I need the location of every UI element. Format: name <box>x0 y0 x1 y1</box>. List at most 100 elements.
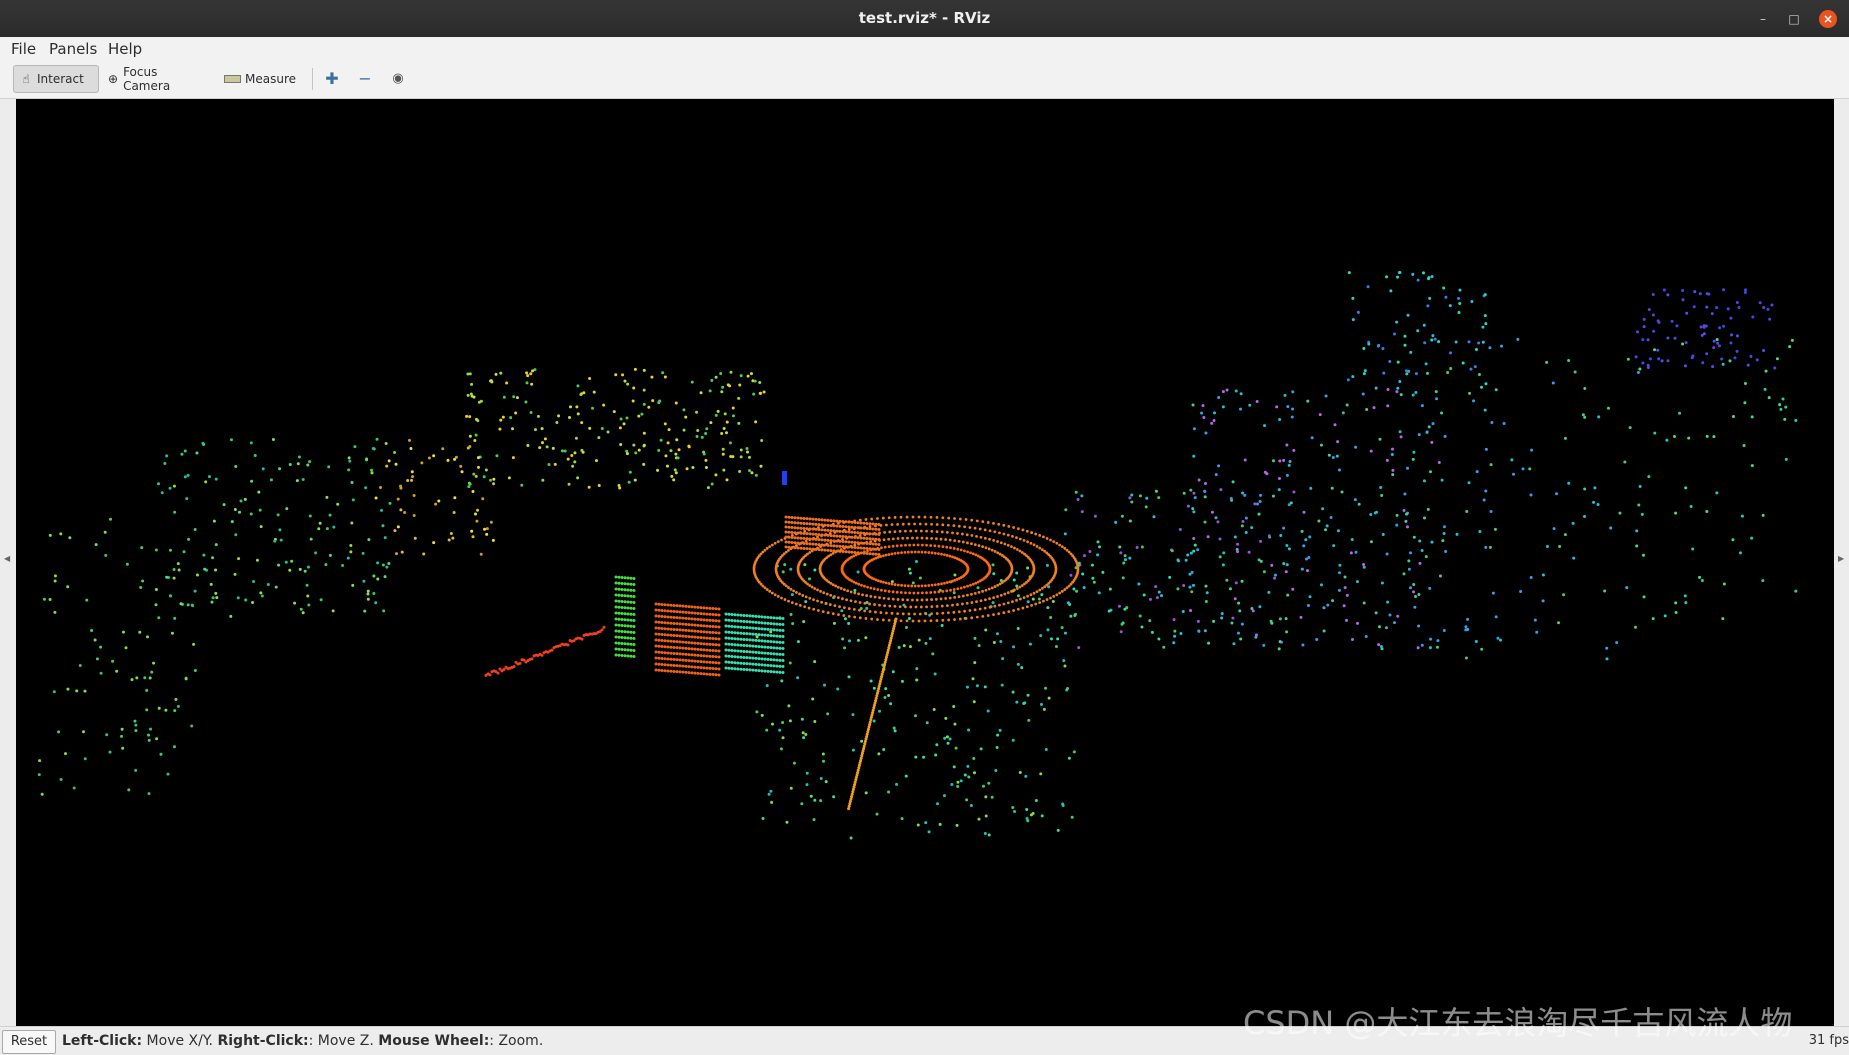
cloud-point <box>787 549 790 552</box>
maximize-icon[interactable]: □ <box>1785 10 1803 28</box>
cloud-point <box>660 644 664 648</box>
cloud-point <box>1651 313 1655 317</box>
cloud-point <box>742 637 746 641</box>
cloud-point <box>1239 392 1243 396</box>
cloud-point <box>1779 407 1783 411</box>
cloud-point <box>1052 594 1056 598</box>
cloud-point <box>140 546 144 550</box>
menu-file[interactable]: File <box>11 40 36 58</box>
cloud-point <box>912 591 916 595</box>
menu-panels[interactable]: Panels <box>49 40 97 58</box>
eye-icon[interactable]: ◉ <box>388 69 408 89</box>
cloud-point <box>690 611 694 615</box>
cloud-point <box>1157 496 1161 500</box>
cloud-point <box>812 607 816 611</box>
cloud-point <box>696 641 700 645</box>
cloud-point <box>666 609 670 613</box>
cloud-point <box>975 600 978 604</box>
cloud-point <box>922 755 926 759</box>
cloud-point <box>833 595 836 598</box>
add-tool-icon[interactable]: ✚ <box>322 69 342 89</box>
cloud-point <box>999 593 1003 597</box>
cloud-point <box>545 445 549 449</box>
cloud-point <box>916 543 920 547</box>
cloud-point <box>737 396 741 400</box>
cloud-point <box>957 524 961 528</box>
cloud-point <box>684 634 688 638</box>
minimize-icon[interactable]: – <box>1754 10 1772 28</box>
cloud-point <box>907 522 911 526</box>
cloud-point <box>802 526 806 530</box>
cloud-point <box>134 768 138 772</box>
cloud-point <box>530 382 534 386</box>
cloud-point <box>819 776 823 780</box>
cloud-point <box>669 639 673 643</box>
cloud-point <box>1657 357 1661 361</box>
cloud-point <box>395 552 399 556</box>
cloud-point <box>838 534 842 538</box>
cloud-point <box>1210 421 1214 425</box>
cloud-point <box>708 642 712 646</box>
cloud-point <box>159 752 163 756</box>
reset-button[interactable]: Reset <box>2 1030 56 1054</box>
interact-tool-button[interactable]: ☝ Interact <box>13 65 99 93</box>
cloud-point <box>620 593 624 597</box>
cloud-point <box>757 663 761 667</box>
cloud-point <box>766 633 770 637</box>
cloud-point <box>1657 320 1661 324</box>
cloud-point <box>672 478 676 482</box>
cloud-point <box>831 612 835 616</box>
cloud-point <box>1467 340 1471 344</box>
cloud-point <box>619 442 623 446</box>
cloud-point <box>687 647 691 651</box>
cloud-point <box>856 521 860 525</box>
menu-help[interactable]: Help <box>108 40 142 58</box>
cloud-point <box>745 614 749 618</box>
cloud-point <box>835 529 839 533</box>
cloud-point <box>623 630 627 634</box>
cloud-point <box>699 624 703 628</box>
cloud-point <box>675 664 679 668</box>
cloud-point <box>1449 351 1453 355</box>
measure-tool-button[interactable]: Measure <box>220 65 300 93</box>
cloud-point <box>802 516 806 520</box>
cloud-point <box>1749 355 1753 359</box>
cloud-point <box>1615 641 1619 645</box>
cloud-point <box>860 739 864 743</box>
right-panel-collapse[interactable]: ▶ <box>1834 99 1849 1026</box>
cloud-point <box>751 662 755 666</box>
cloud-point <box>909 529 913 533</box>
cloud-point <box>632 588 636 592</box>
cloud-point <box>799 541 803 545</box>
3d-render-viewport[interactable] <box>16 99 1834 1026</box>
cloud-point <box>664 454 668 458</box>
cloud-point <box>906 584 910 588</box>
cloud-point <box>890 552 894 556</box>
cloud-point <box>580 421 584 425</box>
cloud-point <box>863 584 866 588</box>
cloud-point <box>769 652 773 656</box>
cloud-point <box>654 638 658 642</box>
cloud-point <box>1273 573 1277 577</box>
cloud-point <box>1204 599 1208 603</box>
cloud-point <box>851 713 855 717</box>
cloud-point <box>617 581 621 585</box>
close-icon[interactable]: × <box>1819 10 1837 28</box>
cloud-point <box>823 548 827 552</box>
cloud-point <box>1722 324 1726 328</box>
focus-camera-tool-button[interactable]: ⊕ Focus Camera <box>102 65 202 93</box>
cloud-point <box>1399 393 1403 397</box>
cloud-point <box>957 610 961 614</box>
cloud-point <box>699 672 703 676</box>
cloud-point <box>1442 532 1446 536</box>
interact-label: Interact <box>37 72 84 86</box>
left-panel-collapse[interactable]: ◀ <box>0 99 16 1026</box>
cloud-point <box>859 526 863 530</box>
cloud-point <box>451 536 455 540</box>
cloud-point <box>1444 295 1448 299</box>
remove-tool-icon[interactable]: − <box>355 69 375 89</box>
cloud-point <box>1212 418 1216 422</box>
cloud-point <box>177 568 181 572</box>
cloud-point <box>1142 593 1146 597</box>
cloud-point <box>695 410 699 414</box>
